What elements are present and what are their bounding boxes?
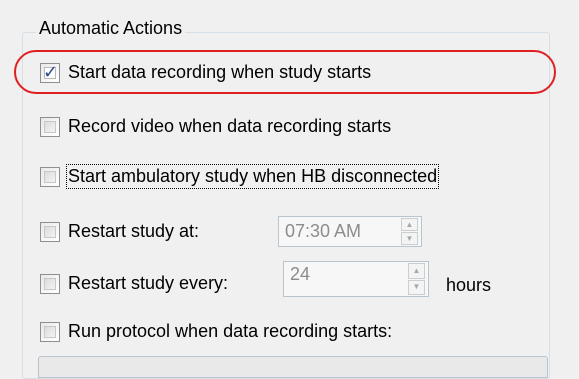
record-video-label: Record video when data recording starts: [68, 116, 392, 136]
start-ambulatory-label: Start ambulatory study when HB disconnec…: [65, 164, 440, 189]
option-record-video[interactable]: Record video when data recording starts: [40, 116, 391, 137]
automatic-actions-panel: Automatic Actions ✓ Start data recording…: [0, 0, 579, 379]
spin-down-icon[interactable]: ▼: [408, 279, 425, 295]
restart-study-at-checkbox[interactable]: [40, 221, 60, 242]
checkmark-icon: ✓: [43, 61, 59, 82]
start-data-recording-label: Start data recording when study starts: [68, 62, 372, 82]
option-start-ambulatory[interactable]: Start ambulatory study when HB disconnec…: [40, 164, 440, 189]
hours-unit-label: hours: [446, 275, 492, 295]
start-data-recording-checkbox[interactable]: ✓: [40, 61, 60, 83]
restart-study-every-checkbox[interactable]: [40, 273, 60, 294]
restart-interval-arrows[interactable]: ▲ ▼: [408, 263, 425, 295]
restart-time-spinner[interactable]: 07:30 AM ▲ ▼: [278, 216, 422, 247]
restart-time-value: 07:30 AM: [285, 221, 362, 241]
restart-study-every-label: Restart study every:: [68, 273, 229, 293]
option-restart-study-every[interactable]: Restart study every:: [40, 273, 228, 294]
spin-up-icon[interactable]: ▲: [408, 263, 425, 279]
spin-down-icon[interactable]: ▼: [401, 232, 418, 245]
run-protocol-label: Run protocol when data recording starts:: [68, 321, 393, 341]
run-protocol-checkbox[interactable]: [40, 321, 60, 342]
restart-time-arrows[interactable]: ▲ ▼: [401, 218, 418, 245]
start-ambulatory-checkbox[interactable]: [40, 166, 60, 187]
option-restart-study-at[interactable]: Restart study at:: [40, 221, 199, 242]
option-run-protocol[interactable]: Run protocol when data recording starts:: [40, 321, 392, 342]
protocol-select[interactable]: [38, 356, 548, 378]
restart-study-at-label: Restart study at:: [68, 221, 200, 241]
group-title: Automatic Actions: [36, 18, 186, 39]
restart-interval-spinner[interactable]: 24 ▲ ▼: [283, 261, 429, 297]
record-video-checkbox[interactable]: [40, 116, 60, 137]
spin-up-icon[interactable]: ▲: [401, 218, 418, 231]
restart-interval-value: 24: [290, 264, 311, 284]
option-start-data-recording[interactable]: ✓ Start data recording when study starts: [40, 62, 371, 83]
